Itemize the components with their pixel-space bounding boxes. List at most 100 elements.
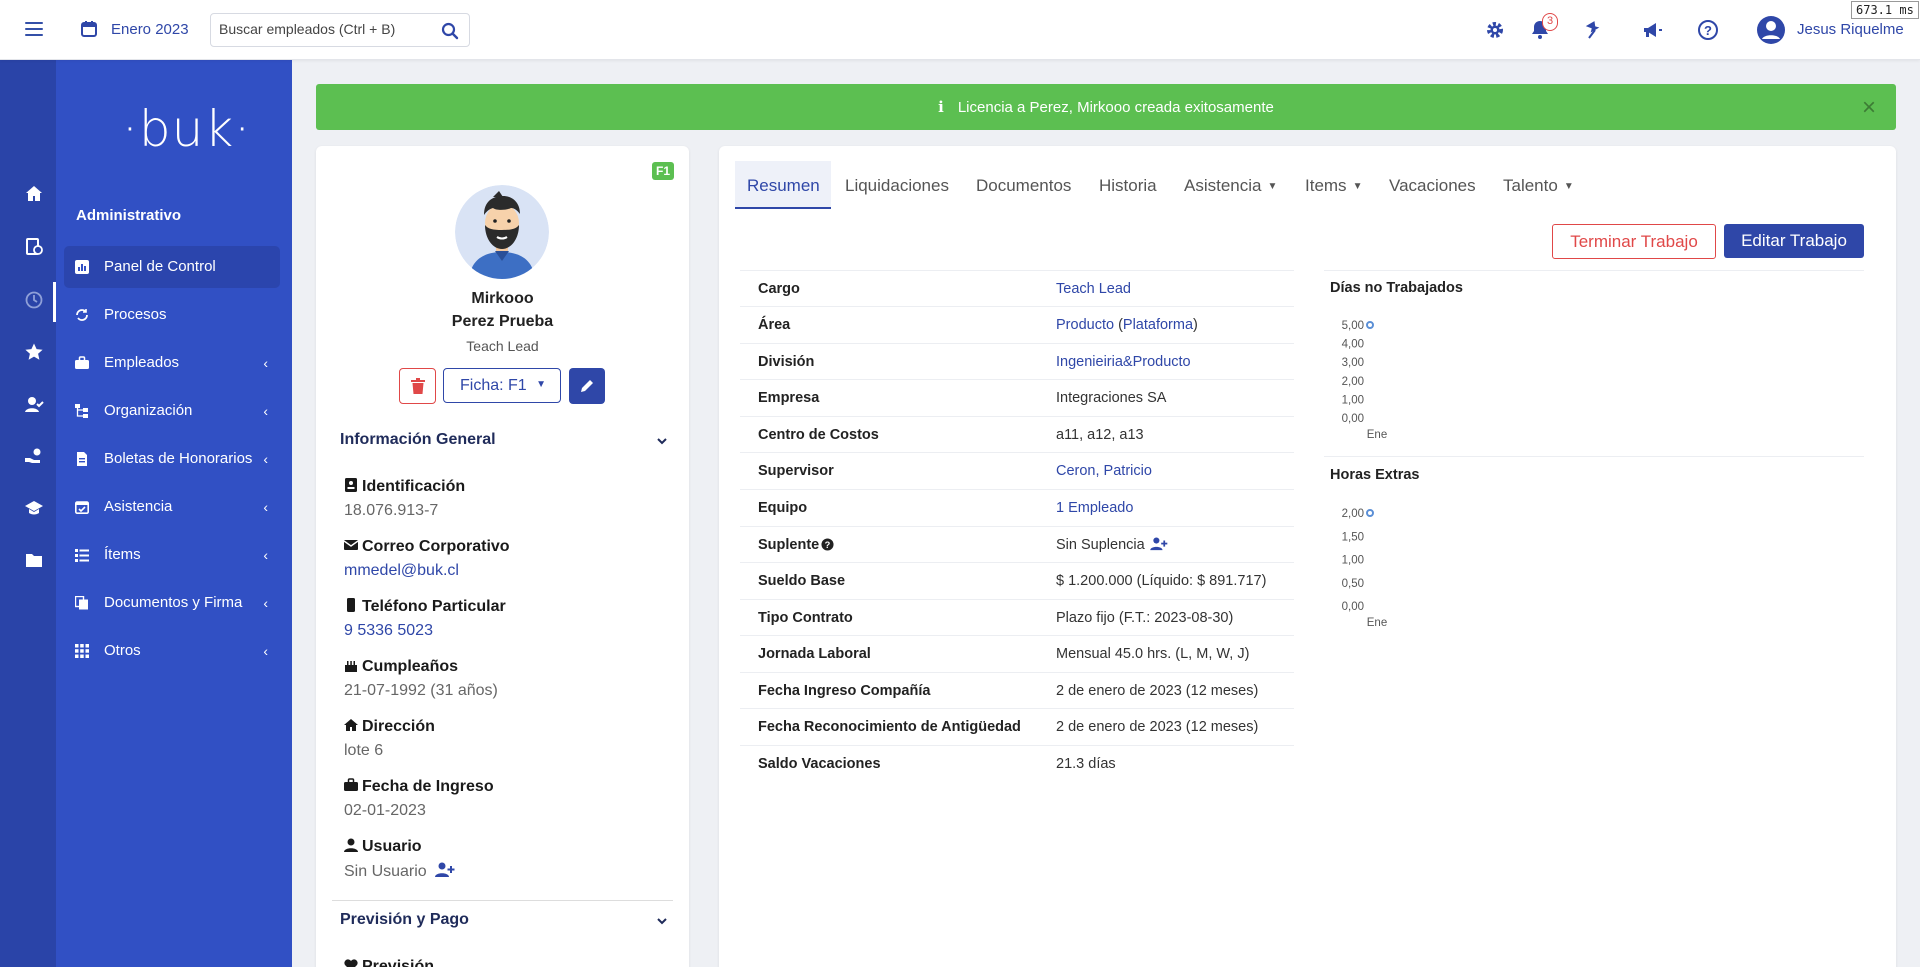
sidebar-item-label: Empleados bbox=[104, 354, 180, 371]
start-date-value: 02-01-2023 bbox=[344, 802, 426, 819]
sidebar-item-panel-de-control[interactable]: Panel de Control bbox=[64, 246, 280, 288]
team-link[interactable]: 1 Empleado bbox=[1056, 500, 1133, 516]
address-label: Dirección bbox=[344, 718, 435, 736]
user-check-icon[interactable] bbox=[24, 394, 44, 414]
sidebar-item-procesos[interactable]: Procesos bbox=[64, 294, 280, 336]
area-link[interactable]: Producto bbox=[1056, 317, 1114, 333]
tab-asistencia[interactable]: Asistencia ▼ bbox=[1184, 161, 1277, 209]
chevron-down-icon[interactable] bbox=[655, 434, 669, 448]
star-icon[interactable] bbox=[24, 342, 44, 362]
tab-talento[interactable]: Talento ▼ bbox=[1503, 161, 1574, 209]
delete-button[interactable] bbox=[399, 368, 436, 404]
clock-icon[interactable] bbox=[24, 290, 44, 310]
area-value: Producto (Plataforma) bbox=[1056, 317, 1198, 333]
sidebar-item-items[interactable]: Ítems ‹ bbox=[64, 534, 280, 576]
chevron-left-icon: ‹ bbox=[263, 451, 268, 467]
buk-logo[interactable]: ·buk· bbox=[122, 100, 251, 158]
close-alert-button[interactable]: × bbox=[1862, 94, 1876, 122]
supervisor-link[interactable]: Ceron, Patricio bbox=[1056, 463, 1152, 479]
address-value: lote 6 bbox=[344, 742, 384, 759]
home-icon[interactable] bbox=[24, 184, 44, 204]
y-tick-label: 1,00 bbox=[1342, 394, 1364, 406]
tab-resumen[interactable]: Resumen bbox=[735, 161, 831, 209]
hamburger-menu-icon[interactable] bbox=[22, 18, 46, 42]
edit-job-button[interactable]: Editar Trabajo bbox=[1724, 224, 1864, 258]
ficha-dropdown-button[interactable]: Ficha: F1 ▼ bbox=[443, 368, 561, 403]
clipboard-clock-icon[interactable] bbox=[24, 236, 44, 256]
search-icon[interactable] bbox=[441, 22, 459, 40]
tab-items[interactable]: Items ▼ bbox=[1305, 161, 1362, 209]
identification-label: Identificación bbox=[344, 478, 465, 496]
summary-row: Tipo Contrato Plazo fijo (F.T.: 2023-08-3… bbox=[740, 599, 1294, 635]
refresh-icon bbox=[76, 309, 88, 321]
data-point[interactable] bbox=[1366, 509, 1374, 517]
list-icon bbox=[75, 549, 89, 562]
alert-text: Licencia a Perez, Mirkooo creada exitosa… bbox=[957, 99, 1274, 116]
summary-row: Centro de Costos a11, a12, a13 bbox=[740, 416, 1294, 452]
company-start-value: 2 de enero de 2023 (12 meses) bbox=[1056, 683, 1259, 699]
tab-historia[interactable]: Historia bbox=[1099, 161, 1157, 209]
summary-row: Saldo Vacaciones 21.3 días bbox=[740, 745, 1294, 781]
hand-user-icon[interactable] bbox=[24, 446, 44, 466]
svg-text:?: ? bbox=[825, 540, 831, 550]
empresa-value: Integraciones SA bbox=[1056, 390, 1167, 406]
x-tick-label: Ene bbox=[1367, 617, 1387, 629]
user-label: Usuario bbox=[344, 838, 422, 856]
user-name[interactable]: Jesus Riquelme bbox=[1797, 21, 1904, 38]
data-point[interactable] bbox=[1366, 321, 1374, 329]
chevron-down-icon[interactable] bbox=[655, 914, 669, 928]
contract-type-value: Plazo fijo (F.T.: 2023-08-30) bbox=[1056, 610, 1234, 626]
user-value: Sin Usuario bbox=[344, 862, 455, 881]
gear-icon[interactable] bbox=[1483, 18, 1507, 42]
info-icon: i bbox=[938, 98, 944, 116]
area-sub-link[interactable]: Plataforma bbox=[1123, 317, 1193, 333]
sidebar-item-documentos-y-firma[interactable]: Documentos y Firma ‹ bbox=[64, 582, 280, 624]
user-value-text: Sin Usuario bbox=[344, 863, 427, 880]
cargo-link[interactable]: Teach Lead bbox=[1056, 281, 1131, 297]
magic-pin-icon[interactable] bbox=[1583, 18, 1607, 42]
tab-vacaciones[interactable]: Vacaciones bbox=[1389, 161, 1476, 209]
add-user-icon[interactable] bbox=[1149, 537, 1168, 551]
x-tick-label: Ene bbox=[1367, 429, 1387, 441]
help-circle-icon[interactable]: ? bbox=[821, 538, 834, 551]
caret-down-icon: ▼ bbox=[1352, 181, 1363, 192]
chevron-left-icon: ‹ bbox=[263, 547, 268, 563]
corporate-email-link[interactable]: mmedel@buk.cl bbox=[344, 562, 459, 580]
section-divider bbox=[332, 900, 673, 901]
edit-employee-button[interactable] bbox=[569, 368, 605, 404]
tab-documentos[interactable]: Documentos bbox=[976, 161, 1071, 209]
add-user-icon[interactable] bbox=[435, 862, 455, 878]
help-icon[interactable]: ? bbox=[1696, 18, 1720, 42]
sidebar-item-boletas-de-honorarios[interactable]: Boletas de Honorarios ‹ bbox=[64, 438, 280, 480]
corporate-email-label: Correo Corporativo bbox=[344, 538, 510, 556]
caret-down-icon: ▼ bbox=[1563, 181, 1574, 192]
calendar-icon[interactable] bbox=[80, 20, 98, 38]
sidebar-item-empleados[interactable]: Empleados ‹ bbox=[64, 342, 280, 384]
y-tick-label: 3,00 bbox=[1342, 357, 1364, 369]
megaphone-icon[interactable] bbox=[1640, 18, 1664, 42]
alert-message: i Licencia a Perez, Mirkooo creada exitos… bbox=[316, 98, 1896, 116]
personal-phone-link[interactable]: 9 5336 5023 bbox=[344, 622, 433, 640]
division-link[interactable]: Ingenieiria&Producto bbox=[1056, 354, 1191, 370]
tab-liquidaciones[interactable]: Liquidaciones bbox=[845, 161, 949, 209]
sidebar-item-otros[interactable]: Otros ‹ bbox=[64, 630, 280, 672]
employee-search[interactable] bbox=[210, 13, 470, 47]
folder-icon[interactable] bbox=[24, 550, 44, 570]
period-selector[interactable]: Enero 2023 bbox=[111, 21, 189, 38]
dashboard-icon bbox=[75, 260, 89, 274]
graduation-cap-icon[interactable] bbox=[24, 498, 44, 518]
user-avatar-icon[interactable] bbox=[1756, 15, 1786, 45]
sidebar-item-asistencia[interactable]: Asistencia ‹ bbox=[64, 486, 280, 528]
cost-center-value: a11, a12, a13 bbox=[1056, 427, 1144, 443]
summary-row: Equipo 1 Empleado bbox=[740, 489, 1294, 525]
chart-divider bbox=[1324, 456, 1864, 457]
search-input[interactable] bbox=[219, 21, 419, 37]
sidebar-item-label: Organización bbox=[104, 402, 193, 419]
summary-row: Fecha Reconocimiento de Antigüedad 2 de e… bbox=[740, 708, 1294, 744]
general-info-title[interactable]: Información General bbox=[340, 431, 496, 449]
prevision-pago-title[interactable]: Previsión y Pago bbox=[340, 911, 469, 929]
trash-icon bbox=[411, 378, 425, 394]
terminate-job-button[interactable]: Terminar Trabajo bbox=[1552, 224, 1716, 259]
sidebar-item-organizacion[interactable]: Organización ‹ bbox=[64, 390, 280, 432]
sidebar-section-title: Administrativo bbox=[76, 207, 182, 224]
